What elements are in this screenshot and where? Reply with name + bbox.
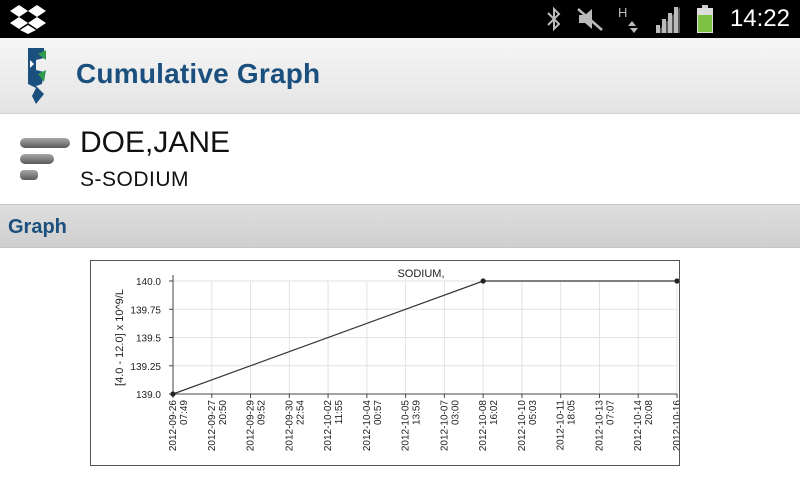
patient-name: DOE,JANE xyxy=(80,126,231,159)
x-tick-label: 2012-09-2607:49 xyxy=(168,400,190,452)
test-name: S-SODIUM xyxy=(80,168,189,191)
data-point xyxy=(674,278,679,284)
x-tick-label: 2012-10-1005:03 xyxy=(517,400,539,452)
cumulative-chart: 2012-09-2607:49 2012-09-2720:50 2012-09-29… xyxy=(90,260,680,466)
status-time: 14:22 xyxy=(729,5,790,32)
dropbox-icon xyxy=(10,5,46,34)
x-tick-label: 2012-09-2909:52 xyxy=(246,400,268,452)
battery-icon xyxy=(696,5,714,33)
x-tick-label: 2012-10-0703:00 xyxy=(439,400,461,452)
x-tick-label: 2012-09-2720:50 xyxy=(207,400,229,452)
x-tick-label: 2012-10-0400:57 xyxy=(362,400,384,452)
x-tick-label: 2012-10-1609:10 xyxy=(672,400,679,452)
page-title: Cumulative Graph xyxy=(76,58,321,89)
data-point xyxy=(480,278,486,284)
bluetooth-icon xyxy=(546,6,562,32)
app-logo-icon[interactable] xyxy=(22,44,52,108)
x-tick-label: 2012-10-1118:05 xyxy=(556,400,578,451)
chart-svg: 2012-09-2607:49 2012-09-2720:50 2012-09-29… xyxy=(114,268,679,452)
y-tick-label: 139.5 xyxy=(136,334,161,345)
x-tick-label: 2012-10-1307:07 xyxy=(594,400,616,452)
list-lines-icon xyxy=(20,138,70,180)
section-title: Graph xyxy=(8,216,67,238)
status-bar: H 14:22 xyxy=(0,0,800,38)
x-tick-label: 2012-10-1420:08 xyxy=(633,400,655,452)
network-label: H xyxy=(618,5,627,20)
y-axis-label: [4.0 - 12.0] x 10^9/L xyxy=(114,289,126,386)
x-tick-label: 2012-10-0211:55 xyxy=(323,400,345,452)
patient-header: DOE,JANE S-SODIUM xyxy=(0,114,800,204)
y-tick-label: 140.0 xyxy=(136,277,161,288)
signal-icon xyxy=(654,5,682,33)
x-tick-label: 2012-10-0816:02 xyxy=(478,400,500,452)
data-point xyxy=(170,391,176,397)
mute-icon xyxy=(576,6,604,32)
y-tick-label: 139.75 xyxy=(130,305,161,316)
x-tick-label: 2012-09-3022:54 xyxy=(284,400,306,452)
y-tick-label: 139.0 xyxy=(136,390,161,401)
section-header: Graph xyxy=(0,204,800,248)
x-tick-label: 2012-10-0513:59 xyxy=(401,400,423,452)
network-h-icon: H xyxy=(618,4,640,34)
action-bar: Cumulative Graph xyxy=(0,38,800,114)
y-tick-label: 139.25 xyxy=(130,362,161,373)
chart-title: SODIUM, xyxy=(397,268,444,280)
